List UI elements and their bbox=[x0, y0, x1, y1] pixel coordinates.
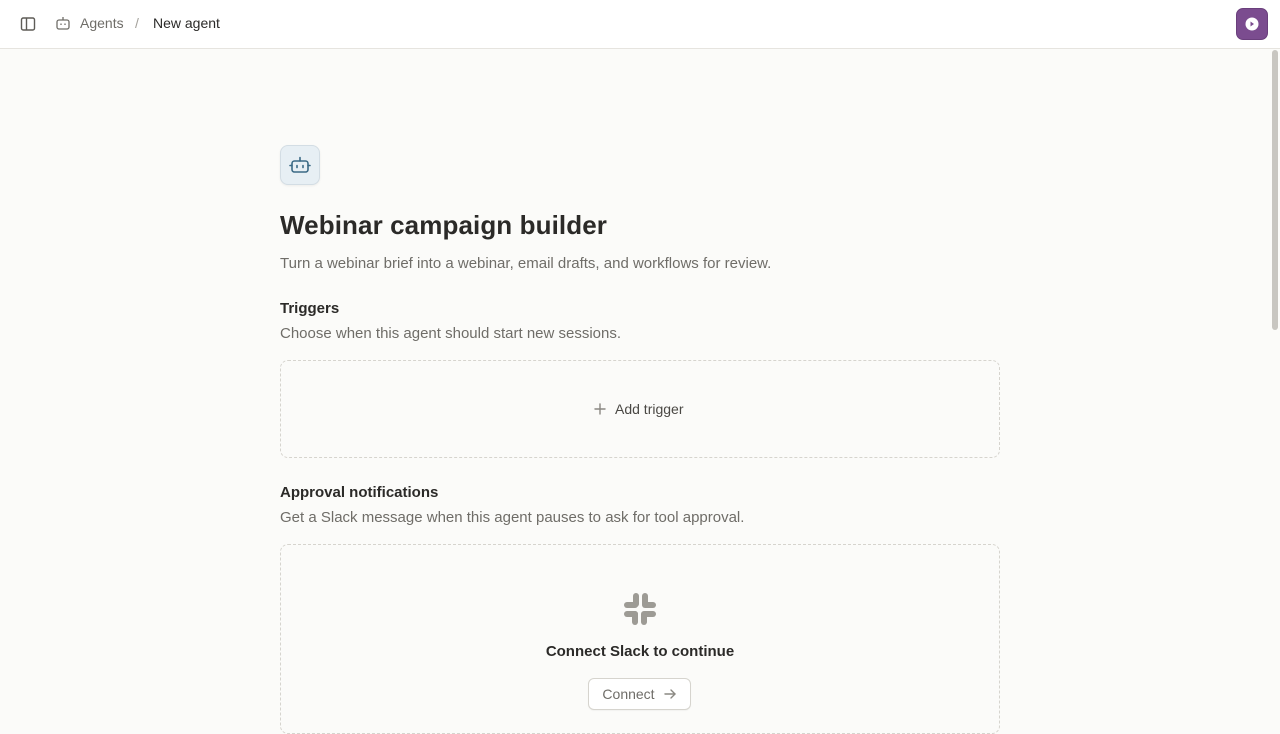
sidebar-toggle-icon[interactable] bbox=[16, 12, 40, 36]
breadcrumb-separator: / bbox=[135, 15, 139, 31]
approval-description: Get a Slack message when this agent paus… bbox=[280, 509, 745, 526]
agent-robot-icon bbox=[280, 145, 320, 185]
breadcrumb-current: New agent bbox=[153, 15, 220, 31]
connect-button[interactable]: Connect bbox=[588, 678, 691, 710]
assistant-avatar-button[interactable] bbox=[1236, 8, 1268, 40]
top-bar: Agents / New agent bbox=[0, 0, 1280, 49]
agent-description: Turn a webinar brief into a webinar, ema… bbox=[280, 255, 772, 272]
scrollbar-thumb[interactable] bbox=[1272, 50, 1278, 330]
agent-title: Webinar campaign builder bbox=[280, 210, 607, 240]
plus-icon bbox=[594, 403, 606, 415]
approval-heading: Approval notifications bbox=[280, 484, 439, 501]
breadcrumb-agents-link[interactable]: Agents bbox=[80, 15, 124, 31]
add-trigger-button[interactable]: Add trigger bbox=[593, 400, 683, 418]
add-trigger-label: Add trigger bbox=[615, 401, 684, 417]
connect-button-label: Connect bbox=[602, 686, 655, 702]
triggers-description: Choose when this agent should start new … bbox=[280, 325, 622, 342]
slack-icon bbox=[623, 592, 657, 626]
connect-slack-heading: Connect Slack to continue bbox=[545, 643, 735, 660]
arrow-right-icon bbox=[663, 689, 676, 699]
triggers-heading: Triggers bbox=[280, 300, 340, 317]
robot-icon bbox=[55, 15, 72, 32]
